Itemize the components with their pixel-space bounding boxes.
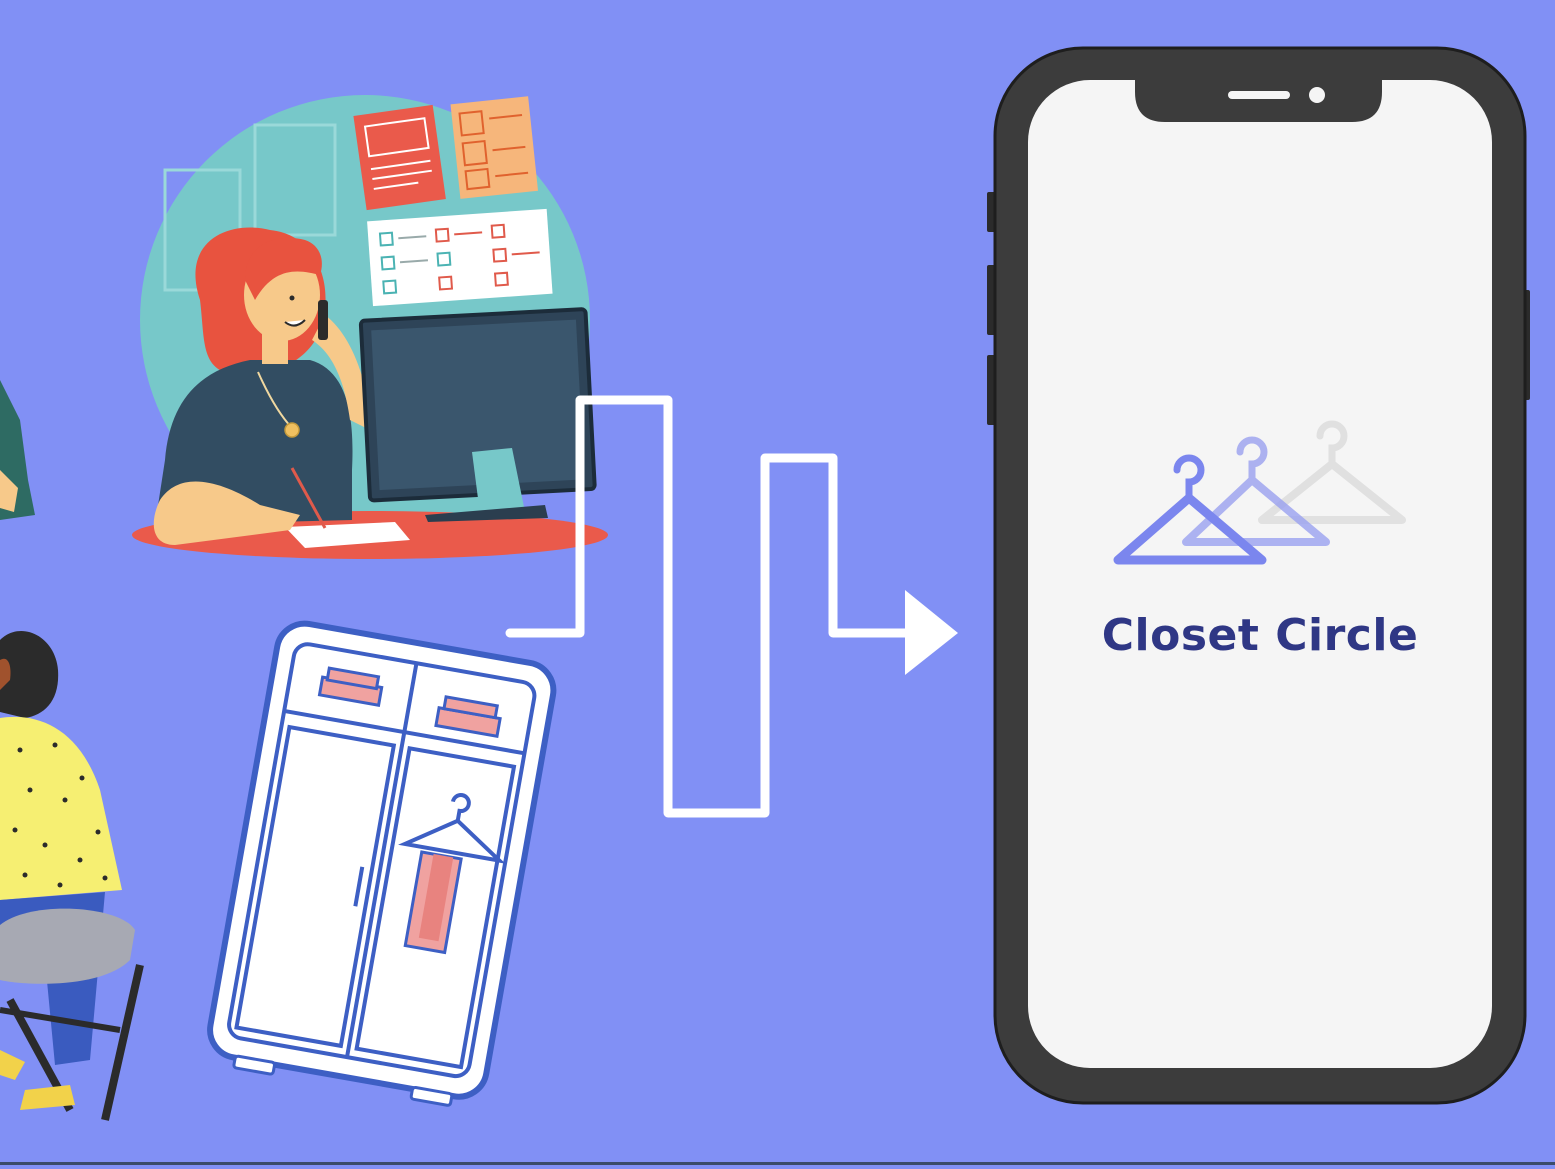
seated-person-illustration: [0, 631, 144, 1121]
scene-svg: [0, 46, 1530, 1121]
app-name: Closet Circle: [1101, 610, 1419, 661]
woman-at-desk-illustration: [132, 95, 608, 559]
arrow-head-icon: [905, 590, 958, 675]
partial-figure-top-illustration: [0, 380, 35, 520]
wardrobe-illustration: [207, 620, 557, 1107]
phone-notch: [1135, 80, 1382, 122]
phone-camera: [1309, 87, 1325, 103]
phone-speaker: [1228, 91, 1290, 99]
flow-arrow: [505, 395, 958, 818]
phone-screen: [1028, 80, 1492, 1068]
phone-mockup: [987, 46, 1530, 1105]
scene: Closet Circle: [0, 0, 1555, 1165]
